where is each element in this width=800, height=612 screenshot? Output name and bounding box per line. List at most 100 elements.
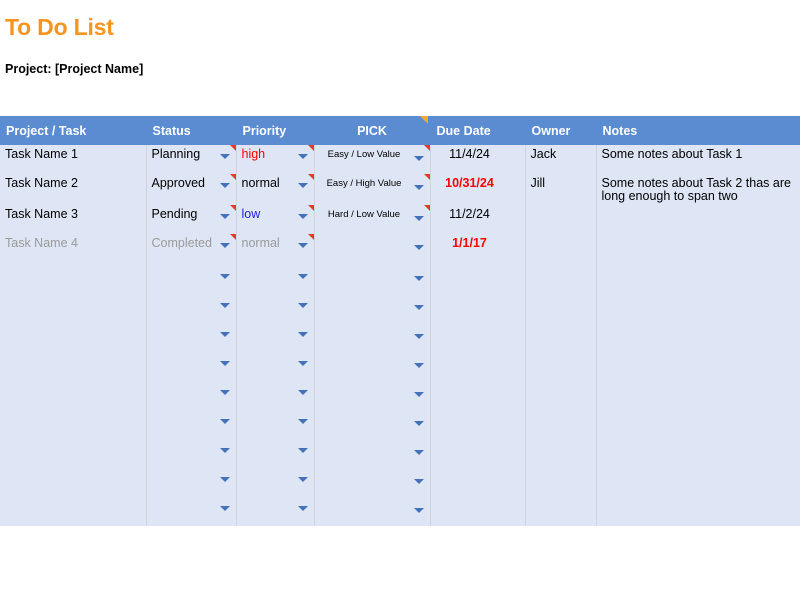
- cell-task[interactable]: [0, 439, 147, 468]
- cell-status[interactable]: [146, 410, 237, 439]
- chevron-down-icon[interactable]: [219, 214, 230, 219]
- chevron-down-icon[interactable]: [297, 448, 308, 453]
- cell-priority[interactable]: [236, 352, 315, 381]
- cell-pick[interactable]: Easy / Low Value: [314, 145, 431, 174]
- chevron-down-icon[interactable]: [219, 303, 230, 308]
- cell-notes[interactable]: [596, 294, 800, 323]
- cell-owner[interactable]: [525, 497, 597, 526]
- cell-priority[interactable]: [236, 323, 315, 352]
- chevron-down-icon[interactable]: [297, 419, 308, 424]
- column-header-due-date[interactable]: Due Date: [430, 116, 526, 145]
- cell-pick[interactable]: [314, 439, 431, 468]
- column-header-notes[interactable]: Notes: [596, 116, 800, 145]
- cell-due-date[interactable]: [430, 468, 526, 497]
- cell-due-date[interactable]: 11/4/24: [430, 145, 526, 174]
- column-header-status[interactable]: Status: [146, 116, 237, 145]
- chevron-down-icon[interactable]: [413, 392, 424, 397]
- cell-notes[interactable]: [596, 234, 800, 265]
- chevron-down-icon[interactable]: [219, 448, 230, 453]
- cell-status[interactable]: Approved: [146, 174, 237, 205]
- chevron-down-icon[interactable]: [413, 276, 424, 281]
- cell-notes[interactable]: [596, 381, 800, 410]
- cell-task[interactable]: [0, 323, 147, 352]
- column-header-task[interactable]: Project / Task: [0, 116, 147, 145]
- cell-owner[interactable]: [525, 468, 597, 497]
- cell-notes[interactable]: Some notes about Task 2 thas are long en…: [596, 174, 800, 205]
- cell-owner[interactable]: [525, 439, 597, 468]
- column-header-owner[interactable]: Owner: [525, 116, 597, 145]
- chevron-down-icon[interactable]: [297, 214, 308, 219]
- cell-due-date[interactable]: 11/2/24: [430, 205, 526, 234]
- cell-priority[interactable]: [236, 439, 315, 468]
- cell-task[interactable]: Task Name 2: [0, 174, 147, 205]
- cell-notes[interactable]: [596, 352, 800, 381]
- chevron-down-icon[interactable]: [413, 450, 424, 455]
- cell-status[interactable]: Completed: [146, 234, 237, 265]
- cell-pick[interactable]: [314, 265, 431, 294]
- cell-priority[interactable]: [236, 410, 315, 439]
- cell-pick[interactable]: [314, 294, 431, 323]
- chevron-down-icon[interactable]: [297, 361, 308, 366]
- cell-priority[interactable]: [236, 294, 315, 323]
- cell-due-date[interactable]: [430, 381, 526, 410]
- cell-owner[interactable]: [525, 294, 597, 323]
- chevron-down-icon[interactable]: [297, 274, 308, 279]
- chevron-down-icon[interactable]: [219, 390, 230, 395]
- chevron-down-icon[interactable]: [219, 243, 230, 248]
- cell-status[interactable]: [146, 265, 237, 294]
- cell-priority[interactable]: [236, 497, 315, 526]
- chevron-down-icon[interactable]: [297, 243, 308, 248]
- chevron-down-icon[interactable]: [219, 506, 230, 511]
- cell-due-date[interactable]: [430, 323, 526, 352]
- cell-status[interactable]: [146, 381, 237, 410]
- cell-task[interactable]: Task Name 4: [0, 234, 147, 265]
- chevron-down-icon[interactable]: [219, 332, 230, 337]
- chevron-down-icon[interactable]: [297, 332, 308, 337]
- cell-task[interactable]: [0, 468, 147, 497]
- cell-pick[interactable]: [314, 323, 431, 352]
- chevron-down-icon[interactable]: [413, 508, 424, 513]
- chevron-down-icon[interactable]: [413, 156, 424, 161]
- chevron-down-icon[interactable]: [413, 305, 424, 310]
- cell-due-date[interactable]: [430, 265, 526, 294]
- cell-task[interactable]: [0, 265, 147, 294]
- cell-owner[interactable]: [525, 265, 597, 294]
- cell-owner[interactable]: Jack: [525, 145, 597, 174]
- chevron-down-icon[interactable]: [413, 479, 424, 484]
- cell-notes[interactable]: [596, 468, 800, 497]
- cell-due-date[interactable]: 10/31/24: [430, 174, 526, 205]
- cell-status[interactable]: Pending: [146, 205, 237, 234]
- cell-due-date[interactable]: [430, 439, 526, 468]
- chevron-down-icon[interactable]: [413, 334, 424, 339]
- cell-due-date[interactable]: [430, 352, 526, 381]
- cell-status[interactable]: [146, 439, 237, 468]
- chevron-down-icon[interactable]: [413, 245, 424, 250]
- cell-priority[interactable]: normal: [236, 174, 315, 205]
- cell-pick[interactable]: [314, 497, 431, 526]
- cell-owner[interactable]: Jill: [525, 174, 597, 205]
- cell-pick[interactable]: [314, 410, 431, 439]
- cell-due-date[interactable]: [430, 497, 526, 526]
- chevron-down-icon[interactable]: [219, 361, 230, 366]
- cell-pick[interactable]: Hard / Low Value: [314, 205, 431, 234]
- cell-notes[interactable]: [596, 265, 800, 294]
- cell-priority[interactable]: [236, 381, 315, 410]
- cell-status[interactable]: [146, 497, 237, 526]
- chevron-down-icon[interactable]: [297, 303, 308, 308]
- cell-pick[interactable]: [314, 468, 431, 497]
- chevron-down-icon[interactable]: [219, 183, 230, 188]
- cell-status[interactable]: Planning: [146, 145, 237, 174]
- cell-owner[interactable]: [525, 234, 597, 265]
- cell-due-date[interactable]: [430, 410, 526, 439]
- cell-notes[interactable]: Some notes about Task 1: [596, 145, 800, 174]
- cell-pick[interactable]: [314, 234, 431, 265]
- chevron-down-icon[interactable]: [413, 185, 424, 190]
- cell-owner[interactable]: [525, 205, 597, 234]
- cell-due-date[interactable]: [430, 294, 526, 323]
- chevron-down-icon[interactable]: [219, 477, 230, 482]
- cell-priority[interactable]: [236, 265, 315, 294]
- cell-task[interactable]: [0, 381, 147, 410]
- cell-pick[interactable]: [314, 381, 431, 410]
- cell-owner[interactable]: [525, 352, 597, 381]
- cell-priority[interactable]: high: [236, 145, 315, 174]
